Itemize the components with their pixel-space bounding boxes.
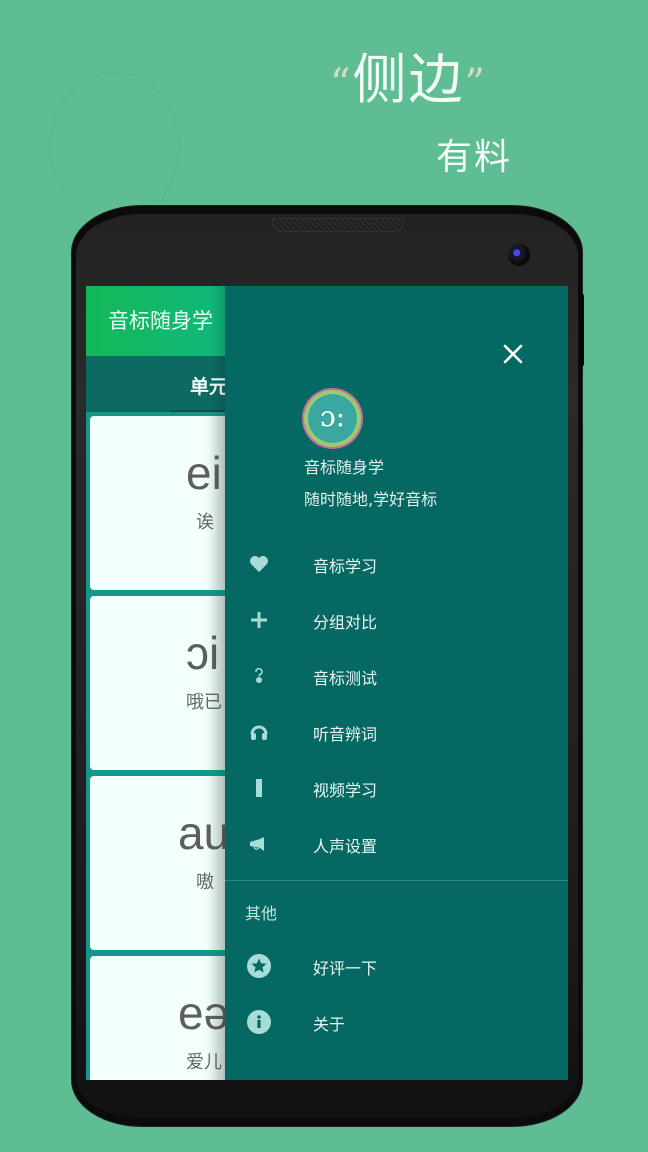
video-bar-icon bbox=[247, 776, 271, 800]
plus-icon bbox=[247, 608, 271, 632]
menu-label: 好评一下 bbox=[313, 959, 378, 978]
close-icon bbox=[503, 344, 523, 364]
menu-item-about[interactable]: 关于 bbox=[225, 994, 568, 1050]
phone-screen: 音标随身学 单元 ei 诶 ɔi 哦已 au 嗷 eə 爱儿 ɔ: 音标随身学 … bbox=[86, 286, 568, 1080]
logo-glyph: ɔ: bbox=[319, 400, 346, 433]
menu-label: 音标学习 bbox=[313, 557, 378, 576]
app-logo: ɔ: bbox=[304, 390, 361, 447]
megaphone-icon bbox=[247, 832, 271, 856]
headline-text: 侧边 bbox=[352, 48, 465, 111]
menu-label: 分组对比 bbox=[313, 613, 378, 632]
menu-label: 视频学习 bbox=[313, 781, 378, 800]
menu-label: 听音辨词 bbox=[313, 725, 378, 744]
question-icon bbox=[247, 664, 271, 688]
camera-icon bbox=[508, 244, 530, 266]
drawer-app-name: 音标随身学 bbox=[304, 458, 385, 477]
star-icon bbox=[247, 954, 271, 978]
phonetic-card[interactable]: eə 爱儿 bbox=[90, 956, 230, 1080]
promo-subline: 有料 bbox=[436, 137, 513, 178]
menu-item-voice-settings[interactable]: 人声设置 bbox=[225, 816, 568, 872]
app-bar: 音标随身学 bbox=[86, 286, 225, 356]
section-title-other: 其他 bbox=[245, 904, 278, 923]
speaker-grille bbox=[272, 218, 404, 232]
menu-item-video-learning[interactable]: 视频学习 bbox=[225, 760, 568, 816]
power-button bbox=[580, 294, 584, 366]
drawer-divider bbox=[225, 880, 568, 881]
menu-item-rate-app[interactable]: 好评一下 bbox=[225, 938, 568, 994]
phonetic-card[interactable]: au 嗷 bbox=[90, 776, 230, 950]
app-title: 音标随身学 bbox=[108, 309, 213, 333]
drawer-slogan: 随时随地,学好音标 bbox=[304, 490, 438, 509]
menu-label: 人声设置 bbox=[313, 837, 378, 856]
drawer-shadow bbox=[210, 286, 226, 1080]
tab-bar: 单元 bbox=[86, 356, 230, 412]
phonetic-card[interactable]: ɔi 哦已 bbox=[90, 596, 230, 770]
close-button[interactable] bbox=[501, 342, 525, 366]
menu-item-listen-identify[interactable]: 听音辨词 bbox=[225, 704, 568, 760]
headphones-icon bbox=[247, 720, 271, 744]
close-quote: ” bbox=[464, 61, 487, 107]
navigation-drawer: ɔ: 音标随身学 随时随地,学好音标 音标学习 分组对比 音标测试 听音辨词 视… bbox=[225, 286, 568, 1080]
menu-label: 关于 bbox=[313, 1015, 346, 1034]
info-icon bbox=[247, 1010, 271, 1034]
menu-item-group-compare[interactable]: 分组对比 bbox=[225, 592, 568, 648]
decorative-arc bbox=[50, 72, 180, 222]
menu-label: 音标测试 bbox=[313, 669, 378, 688]
promo-headline: “侧边” bbox=[330, 44, 487, 116]
menu-item-phonetic-learning[interactable]: 音标学习 bbox=[225, 536, 568, 592]
phonetic-card-list: ei 诶 ɔi 哦已 au 嗷 eə 爱儿 bbox=[86, 412, 230, 1080]
phonetic-card[interactable]: ei 诶 bbox=[90, 416, 230, 590]
heart-icon bbox=[247, 552, 271, 576]
open-quote: “ bbox=[330, 61, 353, 107]
menu-item-phonetic-test[interactable]: 音标测试 bbox=[225, 648, 568, 704]
